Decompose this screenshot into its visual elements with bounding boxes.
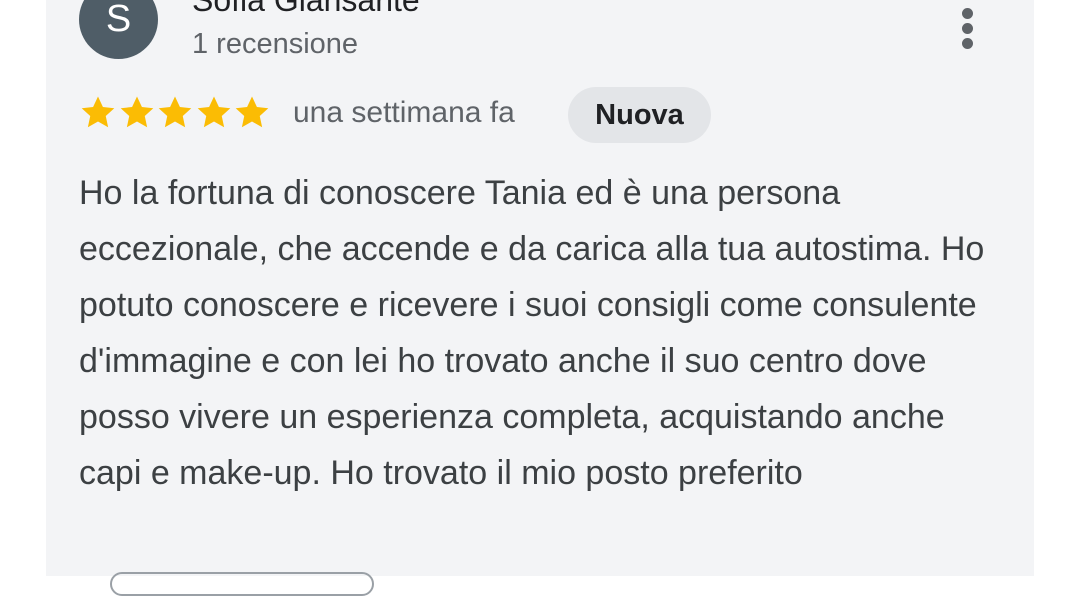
review-count: 1 recensione (192, 28, 359, 60)
review-time: una settimana fa (293, 96, 515, 129)
review-text: Ho la fortuna di conoscere Tania ed è un… (79, 174, 985, 492)
more-vert-icon[interactable] (952, 8, 984, 49)
star-icon (233, 94, 271, 132)
star-icon (156, 94, 194, 132)
avatar-letter: S (105, 0, 132, 40)
star-icon (195, 94, 233, 132)
star-rating (79, 94, 272, 134)
author-name[interactable]: Sofia Giansante (192, 0, 420, 19)
new-badge: Nuova (568, 87, 711, 143)
star-icon (79, 94, 117, 132)
star-icon (118, 94, 156, 132)
